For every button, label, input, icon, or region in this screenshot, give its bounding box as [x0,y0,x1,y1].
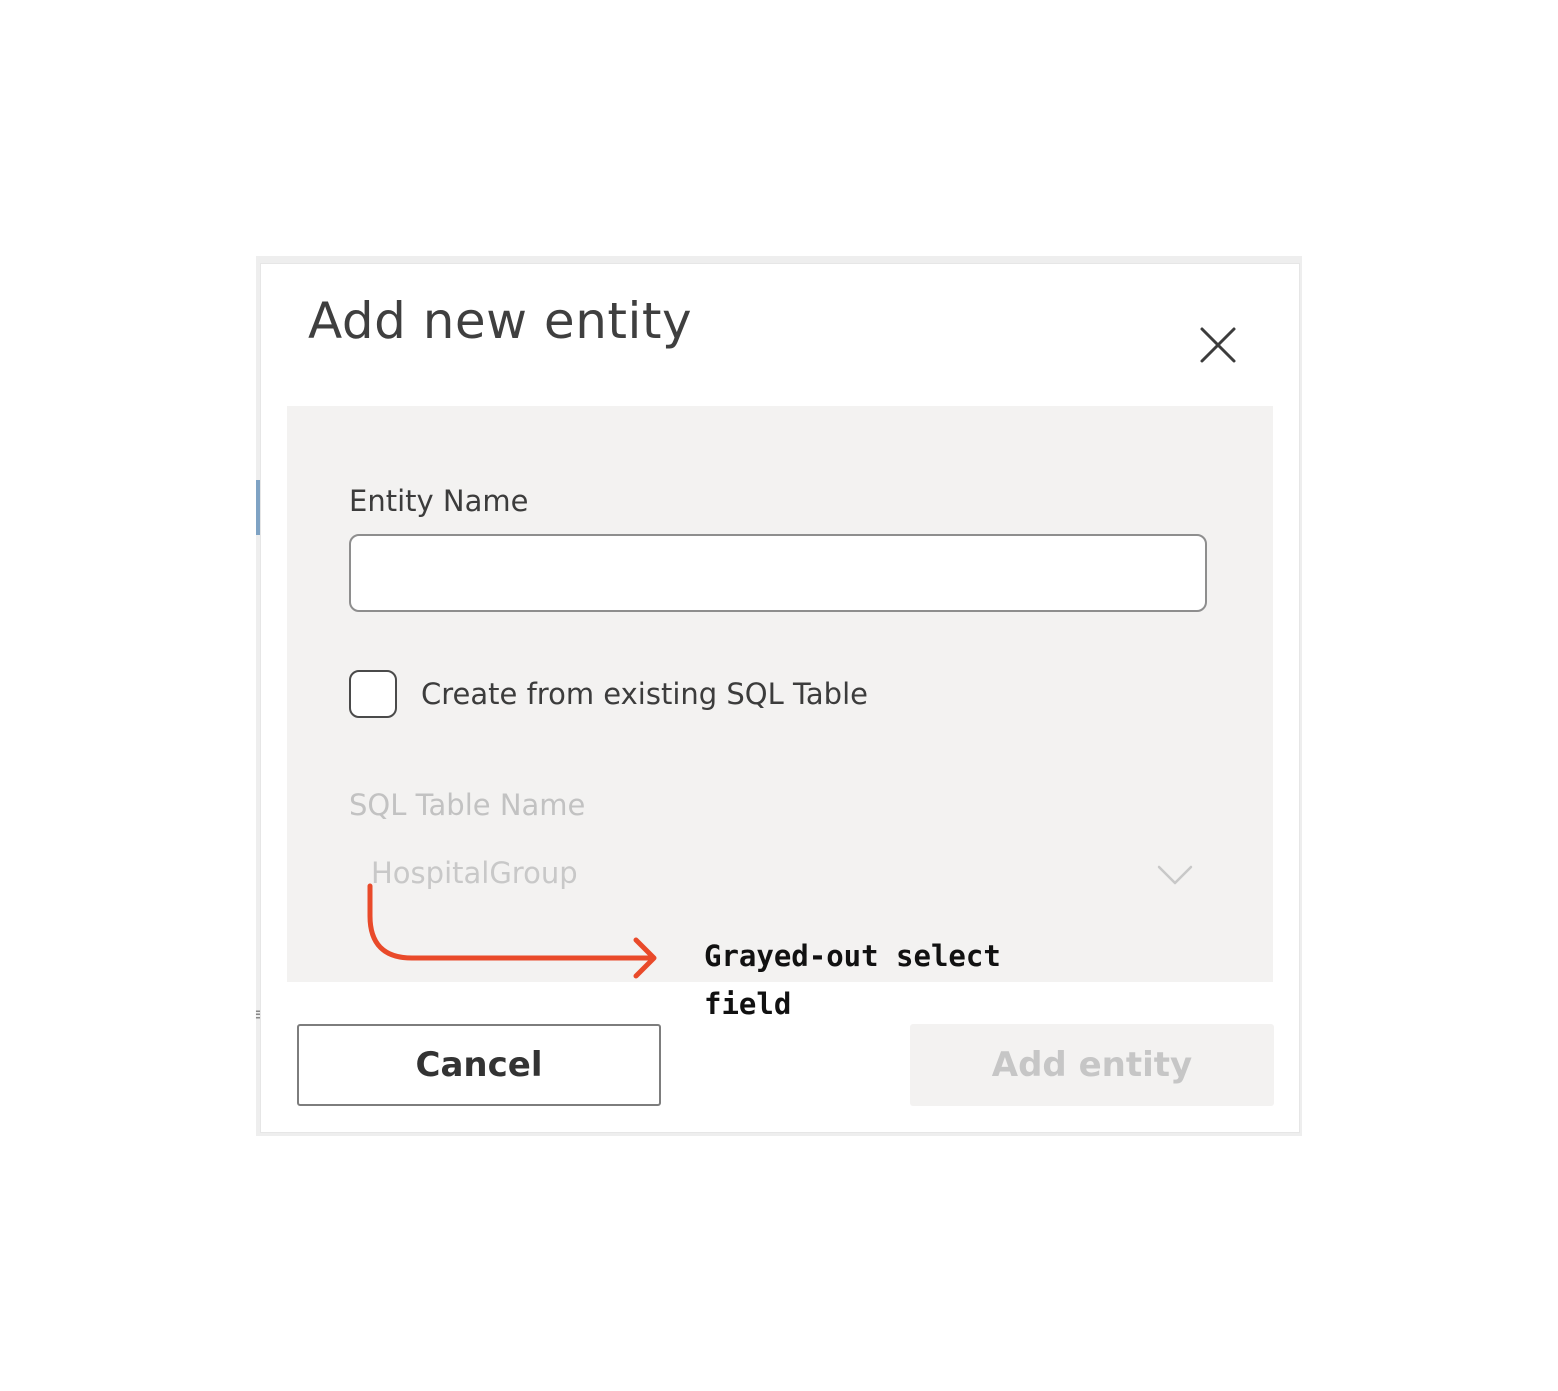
annotation-arrow-icon [367,883,657,979]
add-entity-button: Add entity [910,1024,1274,1106]
create-from-sql-label: Create from existing SQL Table [421,677,868,711]
annotation-note: Grayed-out select field [704,939,1001,1021]
entity-name-label: Entity Name [349,484,529,518]
screenshot-stage: ≡ Add new entity Entity Name Create from… [0,0,1558,1391]
create-from-sql-checkbox[interactable] [349,670,397,718]
entity-name-input[interactable] [349,534,1207,612]
chevron-down-icon [1157,865,1193,885]
sql-table-name-label: SQL Table Name [349,788,586,822]
close-icon [1200,327,1236,363]
close-button[interactable] [1197,324,1241,368]
cancel-button[interactable]: Cancel [297,1024,661,1106]
create-from-sql-checkbox-row[interactable]: Create from existing SQL Table [349,668,868,720]
dialog-title: Add new entity [308,292,693,350]
